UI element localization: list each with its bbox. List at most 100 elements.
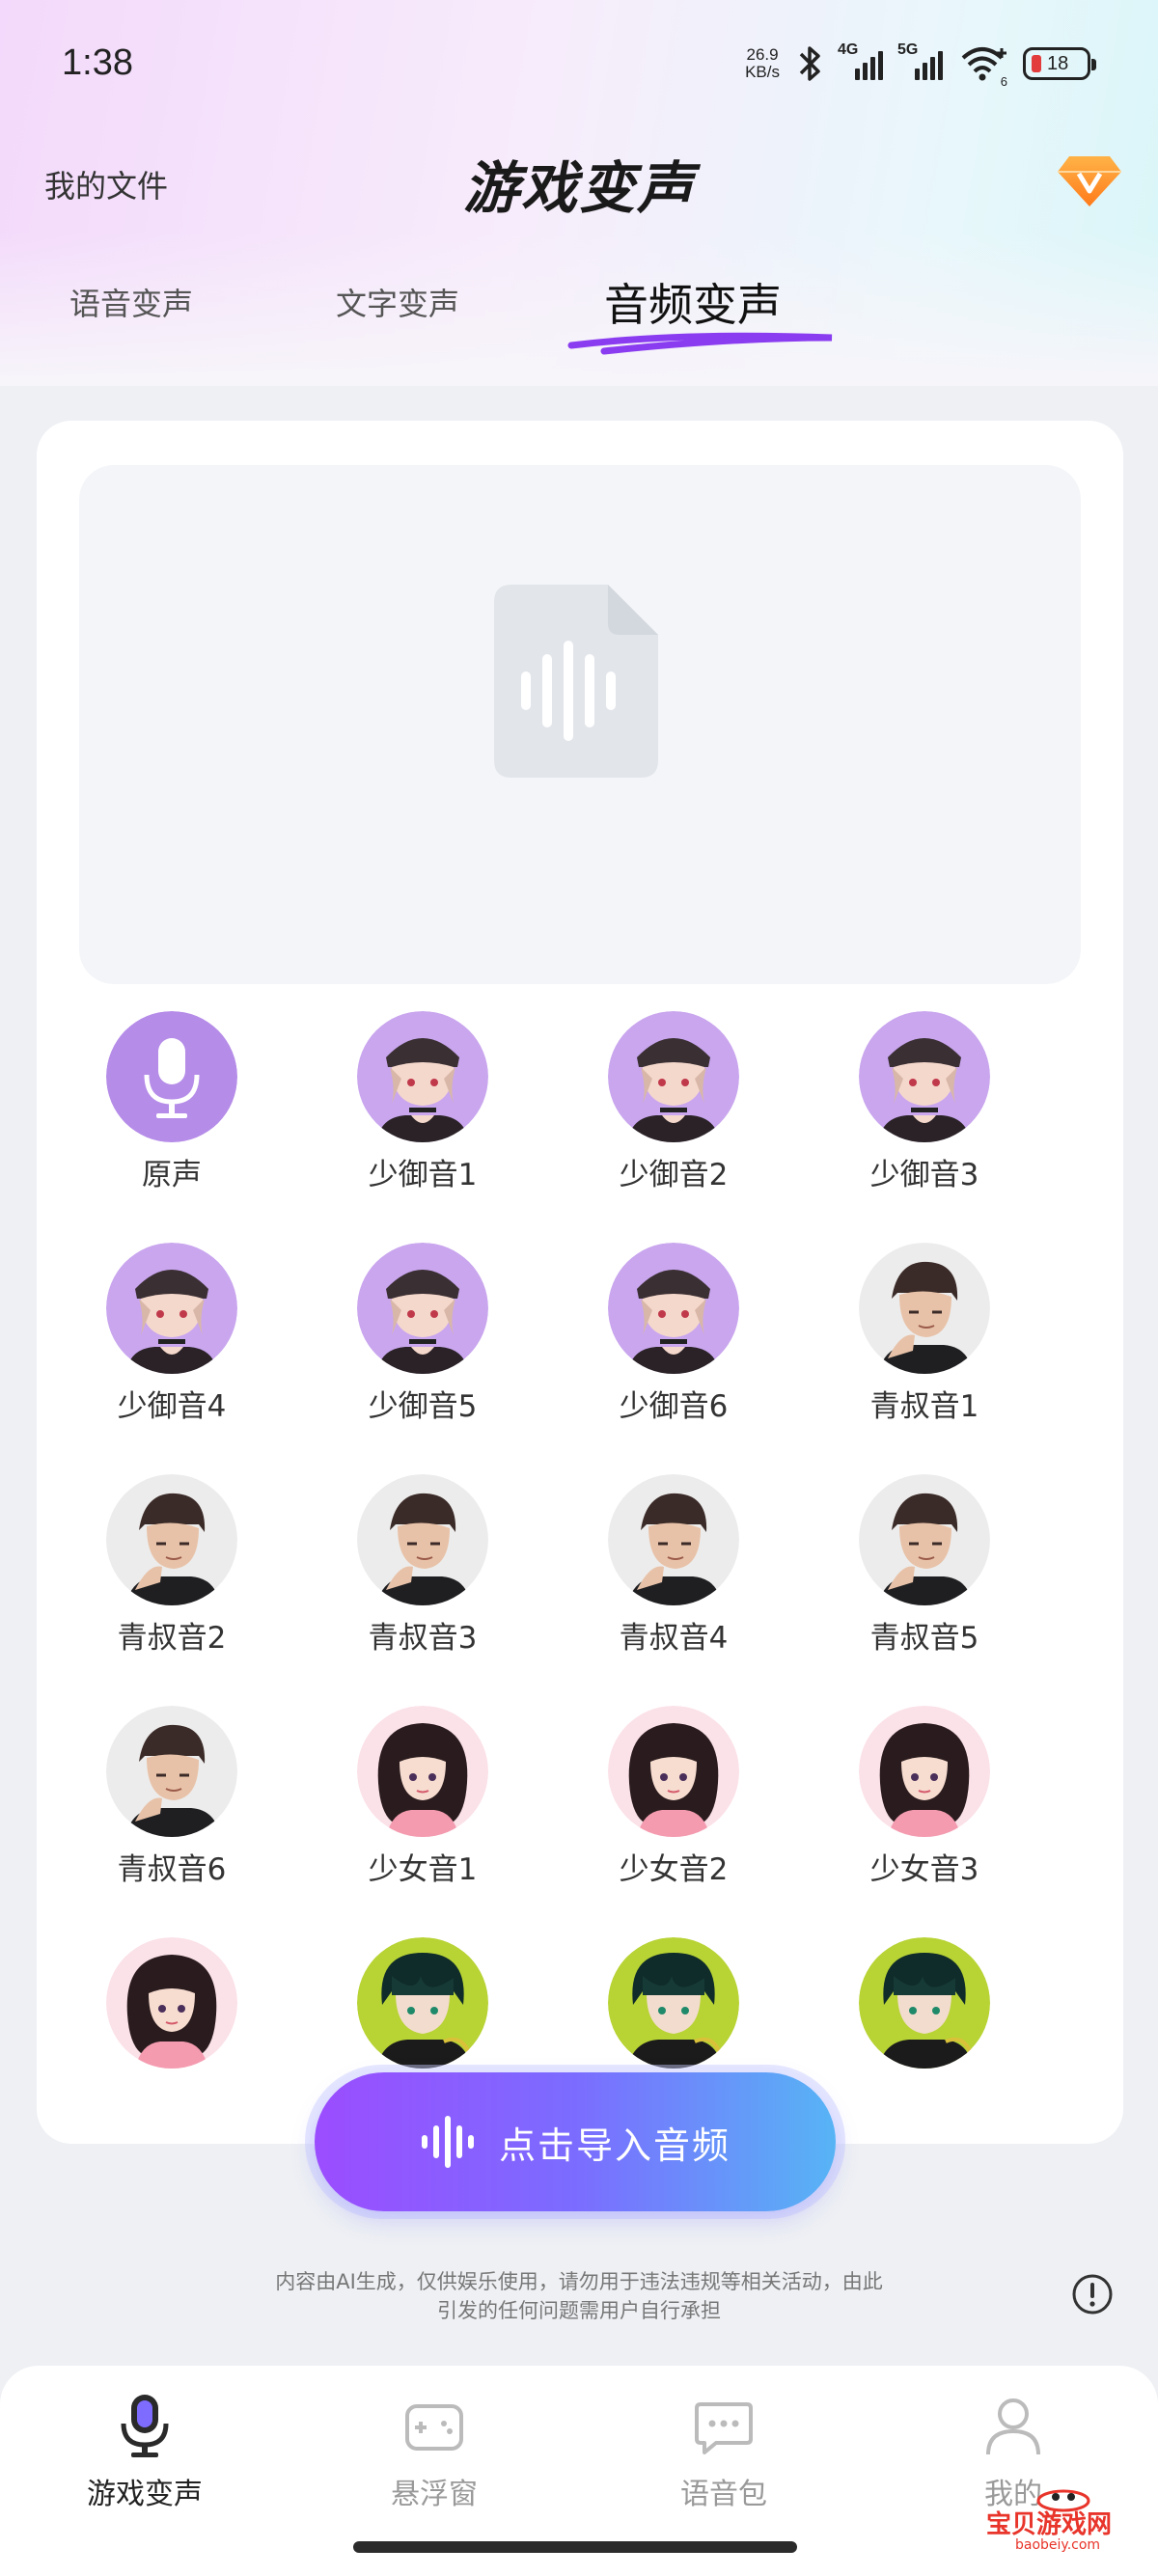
app-header: 我的文件 游戏变声 — [0, 135, 1158, 232]
voice-option-label: 少御音3 — [869, 1158, 979, 1192]
voice-option-label: 青叔音4 — [619, 1621, 729, 1656]
voice-avatar — [357, 1706, 488, 1837]
disclaimer-line-2: 引发的任何问题需用户自行承担 — [437, 2299, 721, 2322]
signal-5g-label: 5G — [897, 41, 919, 58]
voice-option[interactable]: 青叔音4 — [577, 1474, 770, 1667]
gamepad-icon — [405, 2404, 463, 2451]
signal-5g-icon: 5G — [897, 41, 946, 80]
status-time: 1:38 — [62, 42, 133, 83]
battery-fill — [1032, 55, 1041, 72]
voice-option-label: 青叔音3 — [368, 1621, 478, 1656]
voice-option-label: 少御音6 — [619, 1389, 729, 1424]
voice-avatar — [106, 1474, 237, 1605]
audio-preview-area[interactable] — [79, 465, 1081, 984]
mic-icon — [121, 2395, 169, 2457]
disclaimer-line-1: 内容由AI生成，仅供娱乐使用，请勿用于违法违规等相关活动，由此 — [275, 2270, 883, 2293]
signal-4g-label: 4G — [838, 41, 859, 58]
import-audio-button[interactable]: 点击导入音频 — [305, 2065, 845, 2219]
voice-option[interactable]: 少御音2 — [577, 1011, 770, 1204]
voice-option-label: 少年音3 — [870, 2076, 979, 2082]
voice-option-label: 少御音5 — [368, 1389, 478, 1424]
site-watermark: 宝贝游戏网 baobeiy.com — [977, 2483, 1150, 2561]
info-icon[interactable] — [1071, 2273, 1114, 2316]
user-icon — [986, 2398, 1040, 2455]
voice-option-label: 少御音1 — [368, 1158, 478, 1192]
voice-option-label: 少女音4 — [118, 2076, 227, 2082]
voice-option[interactable]: 少御音4 — [75, 1243, 268, 1436]
nav-label-floating-window: 悬浮窗 — [391, 2478, 478, 2511]
network-speed: 26.9 KB/s — [745, 46, 780, 81]
signal-4g-icon: 4G — [838, 41, 886, 80]
voice-option[interactable] — [326, 1937, 519, 2082]
nav-item-voice-pack[interactable]: 语音包 — [627, 2393, 820, 2512]
mode-tabs: 语音变声 文字变声 音频变声 — [0, 270, 1158, 355]
voice-avatar — [357, 1937, 488, 2069]
voice-avatar — [357, 1474, 488, 1605]
voice-avatar — [608, 1011, 739, 1142]
voice-avatar — [608, 1474, 739, 1605]
voice-avatar — [608, 1937, 739, 2069]
home-indicator[interactable] — [353, 2541, 797, 2553]
voice-option[interactable]: 少御音5 — [326, 1243, 519, 1436]
voice-avatar — [106, 1243, 237, 1374]
voice-avatar — [106, 1937, 237, 2069]
voice-avatar — [859, 1706, 990, 1837]
voice-option[interactable]: 原声 — [75, 1011, 268, 1204]
page-title: 游戏变声 — [462, 155, 695, 221]
voice-option[interactable]: 青叔音2 — [75, 1474, 268, 1667]
active-tab-underline — [567, 332, 833, 355]
voice-avatar — [608, 1243, 739, 1374]
voice-option[interactable]: 少御音3 — [828, 1011, 1021, 1204]
voice-avatar — [859, 1937, 990, 2069]
voice-option[interactable]: 少女音4 — [75, 1937, 268, 2082]
voice-option[interactable] — [577, 1937, 770, 2082]
voice-option-label: 少御音4 — [117, 1389, 227, 1424]
status-icons: 26.9 KB/s 4G 5G 6 18 — [745, 41, 1096, 89]
main-card: 原声 少御音1 少御音2 少御音3 少御音4 少御音5 少御音6 青叔音1 青叔音2 青叔音3 青叔… — [37, 421, 1123, 2144]
voice-option[interactable]: 青叔音1 — [828, 1243, 1021, 1436]
voice-option[interactable]: 少女音3 — [828, 1706, 1021, 1899]
voice-avatar — [859, 1243, 990, 1374]
voice-option-label: 青叔音6 — [117, 1852, 227, 1887]
voice-grid: 原声 少御音1 少御音2 少御音3 少御音4 少御音5 少御音6 青叔音1 青叔音2 青叔音3 青叔… — [75, 1011, 1079, 2082]
audio-file-icon — [494, 585, 658, 778]
voice-option-label: 少女音3 — [869, 1852, 979, 1887]
import-audio-label: 点击导入音频 — [498, 2124, 731, 2167]
watermark-sub: baobeiy.com — [1015, 2537, 1101, 2553]
voice-option[interactable]: 少女音1 — [326, 1706, 519, 1899]
chat-bubble-icon — [695, 2402, 753, 2454]
wifi-icon: 6 — [959, 44, 1009, 89]
vip-diamond-icon[interactable] — [1056, 149, 1123, 210]
nav-item-floating-window[interactable]: 悬浮窗 — [338, 2393, 531, 2512]
network-speed-value: 26.9 — [746, 45, 779, 64]
voice-option-label: 青叔音1 — [869, 1389, 979, 1424]
waveform-icon — [421, 2116, 474, 2168]
tab-audio-change[interactable]: 音频变声 — [604, 270, 782, 334]
voice-avatar — [859, 1011, 990, 1142]
original-voice-mic-icon — [106, 1011, 237, 1142]
voice-option[interactable]: 青叔音5 — [828, 1474, 1021, 1667]
tab-voice-change[interactable]: 语音变声 — [69, 280, 193, 324]
nav-label-game-voice: 游戏变声 — [87, 2478, 203, 2511]
voice-option[interactable]: 少女音2 — [577, 1706, 770, 1899]
voice-option[interactable]: 青叔音6 — [75, 1706, 268, 1899]
watermark-text: 宝贝游戏网 — [986, 2510, 1113, 2539]
voice-option[interactable]: 少御音6 — [577, 1243, 770, 1436]
ai-disclaimer: 内容由AI生成，仅供娱乐使用，请勿用于违法违规等相关活动，由此 引发的任何问题需… — [222, 2267, 936, 2325]
battery-level: 18 — [1047, 52, 1069, 74]
voice-avatar — [357, 1011, 488, 1142]
voice-avatar — [106, 1706, 237, 1837]
voice-option[interactable]: 青叔音3 — [326, 1474, 519, 1667]
voice-option[interactable]: 少御音1 — [326, 1011, 519, 1204]
import-audio-button-inner[interactable]: 点击导入音频 — [315, 2072, 836, 2211]
voice-option-label: 原声 — [142, 1158, 202, 1192]
wifi-sub-label: 6 — [1000, 74, 1007, 89]
nav-item-game-voice[interactable]: 游戏变声 — [48, 2393, 241, 2512]
battery-icon: 18 — [1023, 47, 1096, 80]
tab-text-change[interactable]: 文字变声 — [336, 280, 459, 324]
network-speed-unit: KB/s — [745, 63, 780, 81]
voice-option-label: 少女音2 — [619, 1852, 729, 1887]
voice-option[interactable]: 少年音3 — [828, 1937, 1021, 2082]
bluetooth-icon — [799, 46, 820, 81]
voice-option-label: 少女音1 — [368, 1852, 478, 1887]
